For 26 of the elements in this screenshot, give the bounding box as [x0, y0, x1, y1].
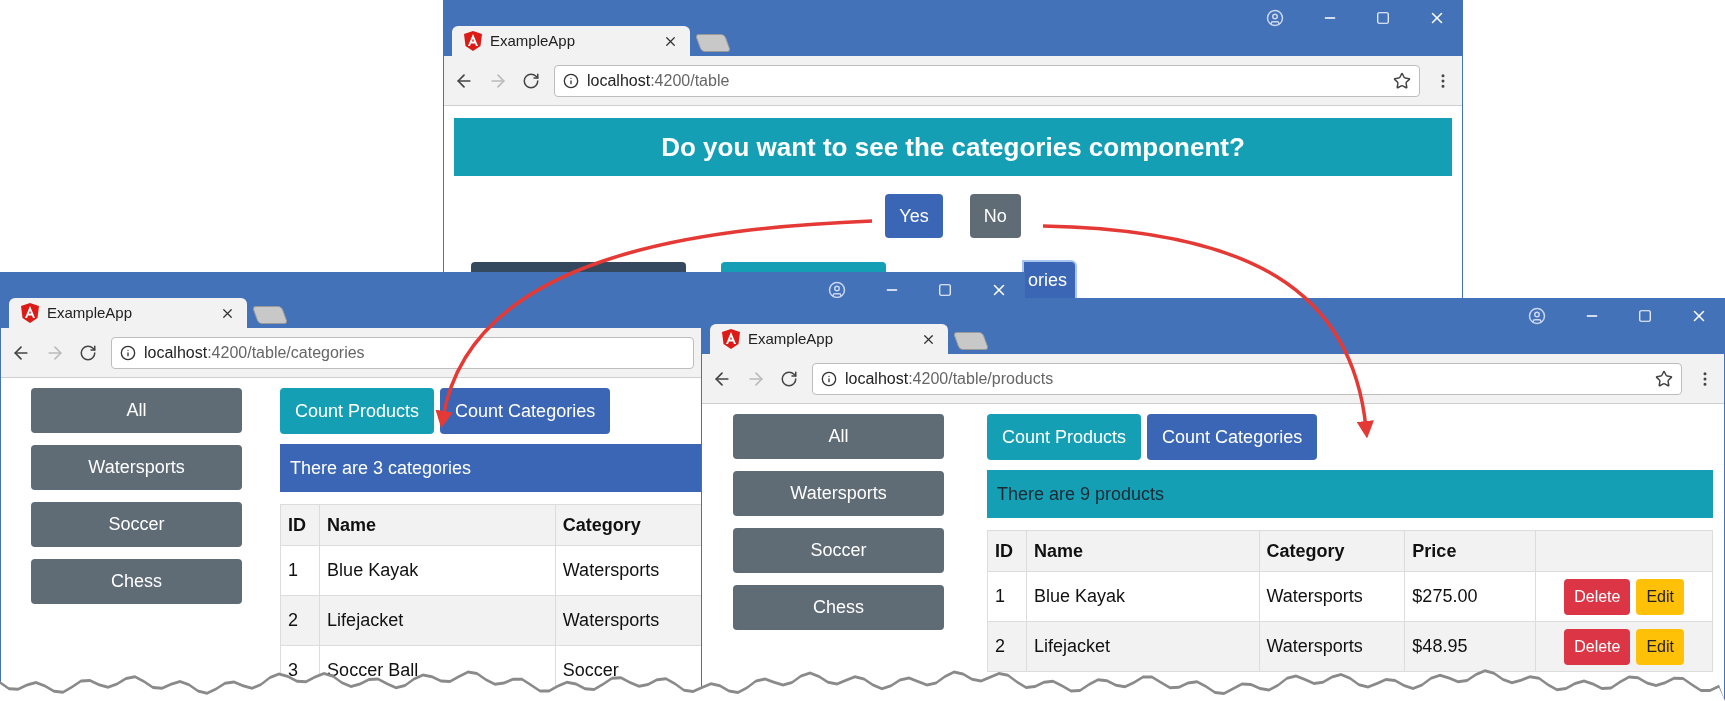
column-header: ID	[987, 530, 1027, 572]
table-cell: Watersports	[1259, 571, 1405, 622]
table-cell: $275.00	[1404, 571, 1536, 622]
tab-title: ExampleApp	[47, 302, 134, 323]
table-cell: Lifejacket	[319, 595, 556, 646]
table-cell: Watersports	[1259, 621, 1405, 672]
column-header: ID	[280, 504, 320, 546]
table-cell: Blue Kayak	[1026, 571, 1259, 622]
message-banner: There are 9 products	[987, 470, 1713, 518]
message-banner: There are 3 categories	[280, 444, 703, 492]
tab-title: ExampleApp	[490, 30, 577, 51]
column-header: Name	[1026, 530, 1259, 572]
table-cell: 2	[987, 621, 1027, 672]
table-cell: Lifejacket	[1026, 621, 1259, 672]
column-header: Category	[1259, 530, 1405, 572]
column-header: Name	[319, 504, 556, 546]
url-text: localhost:4200/table/categories	[144, 342, 366, 363]
question-banner: Do you want to see the categories component?	[454, 118, 1452, 176]
tab-title: ExampleApp	[748, 328, 835, 349]
url-text: localhost:4200/table/products	[845, 368, 1055, 389]
table-cell: 2	[280, 595, 320, 646]
table-cell: 1	[987, 571, 1027, 622]
url-text: localhost:4200/table	[587, 70, 731, 91]
table-cell: 1	[280, 545, 320, 596]
table-cell: Blue Kayak	[319, 545, 556, 596]
column-header: Price	[1404, 530, 1536, 572]
